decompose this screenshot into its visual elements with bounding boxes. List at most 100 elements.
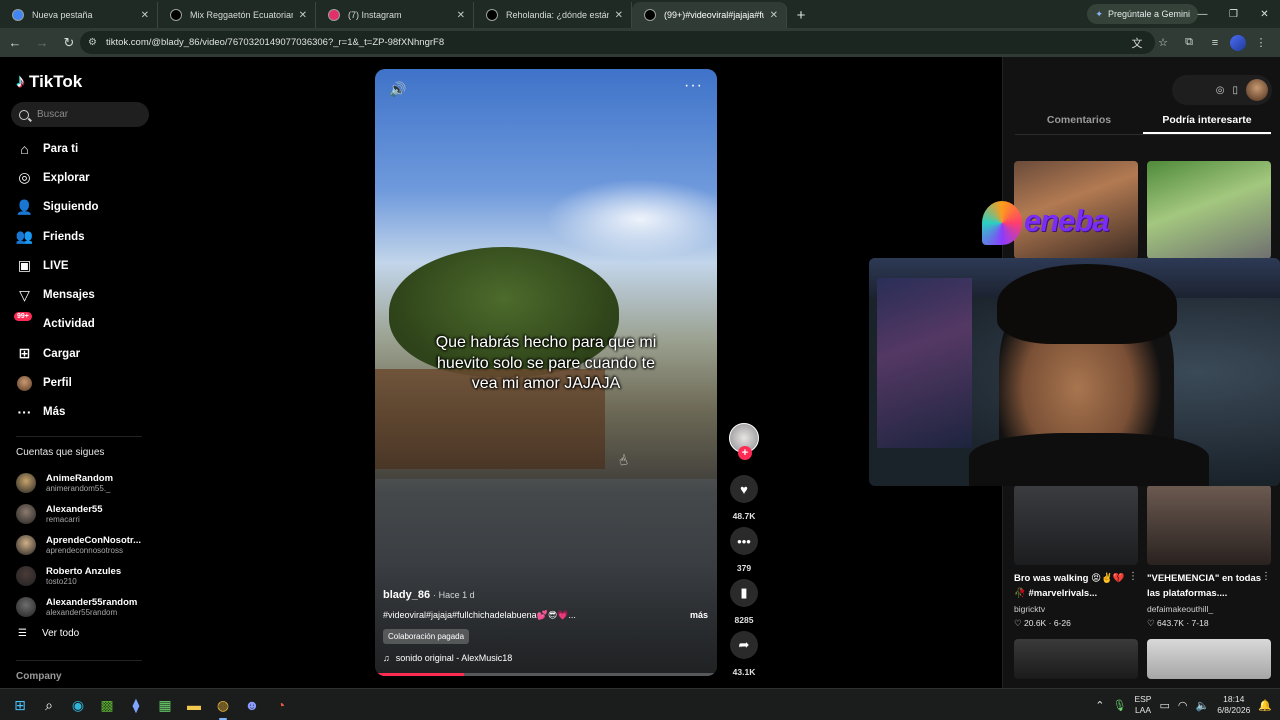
- more-link[interactable]: más: [690, 610, 708, 621]
- browser-tab[interactable]: Mix Reggaetón Ecuatoriano - D ✕: [158, 2, 316, 28]
- like-button[interactable]: ♥: [730, 475, 758, 503]
- chevron-up-icon[interactable]: ⌃: [1095, 699, 1104, 712]
- recommended-thumbnail[interactable]: [1147, 485, 1271, 565]
- card-author[interactable]: defaimakeouthill_: [1147, 604, 1213, 614]
- card-title[interactable]: Bro was walking 😡✌️💔🥀 #marvelrivals...: [1014, 571, 1134, 601]
- save-button[interactable]: ▮: [730, 579, 758, 607]
- sidebar-item-m-s[interactable]: ··· Más: [0, 398, 160, 427]
- sidebar-item-para-ti[interactable]: ⌂ Para ti: [0, 134, 160, 163]
- recommended-thumbnail[interactable]: [1147, 639, 1271, 679]
- account-username: tosto210: [46, 576, 77, 586]
- following-account[interactable]: Roberto Anzules tosto210: [16, 560, 156, 591]
- video-more-icon[interactable]: ···: [684, 77, 703, 95]
- microphone-icon[interactable]: 🎙: [1113, 699, 1127, 712]
- file-explorer-icon[interactable]: ▬: [182, 693, 206, 717]
- tab-comments[interactable]: Comentarios: [1015, 109, 1143, 134]
- xbox-icon[interactable]: ▦: [153, 693, 177, 717]
- sidebar-item-perfil[interactable]: Perfil: [0, 368, 160, 397]
- speaker-icon[interactable]: 🔈: [1196, 699, 1210, 712]
- user-avatar[interactable]: [1246, 79, 1268, 101]
- sidebar-item-mensajes[interactable]: ▽ Mensajes: [0, 280, 160, 309]
- search-input[interactable]: Buscar: [11, 102, 149, 127]
- tiktok-logo[interactable]: ♪ TikTok: [16, 71, 82, 92]
- language-indicator[interactable]: ESP LAA: [1134, 694, 1151, 716]
- recorder-icon[interactable]: ◔: [269, 693, 293, 717]
- list-icon: ☰: [18, 628, 27, 639]
- sidebar-item-cargar[interactable]: ⊞ Cargar: [0, 339, 160, 368]
- card-more-icon[interactable]: ⋮: [1128, 571, 1138, 582]
- browser-tab[interactable]: (99+)#videoviral#jajaja#full ✕: [632, 2, 787, 28]
- reload-icon[interactable]: ↻: [57, 31, 81, 55]
- sidebar-item-explorar[interactable]: ◎ Explorar: [0, 163, 160, 192]
- restore-icon[interactable]: ❐: [1218, 0, 1249, 28]
- browser-tab[interactable]: Reholandia: ¿dónde están las g ✕: [474, 2, 632, 28]
- device-icon[interactable]: ▯: [1232, 85, 1238, 96]
- sidebar-item-label: Siguiendo: [43, 201, 99, 214]
- menu-icon[interactable]: ⋮: [1250, 32, 1272, 54]
- search-icon[interactable]: ⌕: [37, 693, 61, 717]
- discover-icon[interactable]: ◎: [1216, 85, 1225, 96]
- ask-gemini-button[interactable]: ✦ Pregúntale a Gemini: [1087, 4, 1198, 24]
- creator-avatar[interactable]: +: [729, 423, 759, 460]
- tab-close-icon[interactable]: ✕: [770, 10, 778, 21]
- author-name[interactable]: blady_86: [383, 589, 430, 601]
- bookmark-star-icon[interactable]: ☆: [1152, 32, 1174, 54]
- following-account[interactable]: Alexander55random alexander55random: [16, 591, 156, 622]
- video-progress-bar[interactable]: [375, 673, 717, 676]
- following-account[interactable]: AprendeConNosotr... aprendeconnosotross: [16, 529, 156, 560]
- back-icon[interactable]: ←: [3, 31, 27, 55]
- following-account[interactable]: AnimeRandom animerandom55._: [16, 467, 156, 498]
- sound-link[interactable]: ♫ sonido original - AlexMusic18: [383, 653, 708, 663]
- profile-icon[interactable]: [1230, 34, 1246, 51]
- address-bar[interactable]: ⚙ tiktok.com/@blady_86/video/76703201490…: [80, 31, 1155, 54]
- minecraft-icon[interactable]: ▩: [95, 693, 119, 717]
- notifications-icon[interactable]: 🔔: [1258, 699, 1272, 712]
- video-player[interactable]: 🔊 ··· Que habrás hecho para que mi huevi…: [375, 69, 717, 676]
- company-link[interactable]: Company: [16, 671, 62, 682]
- paid-partnership-badge: Colaboración pagada: [383, 629, 470, 644]
- extensions-icon[interactable]: ⧉: [1178, 32, 1200, 54]
- tab-close-icon[interactable]: ✕: [457, 10, 465, 21]
- clock[interactable]: 18:14 6/8/2026: [1217, 694, 1250, 716]
- recommended-thumbnail[interactable]: [1147, 161, 1271, 259]
- recommended-thumbnail[interactable]: [1014, 485, 1138, 565]
- edge-icon[interactable]: ◉: [66, 693, 90, 717]
- tab-close-icon[interactable]: ✕: [299, 10, 307, 21]
- description-text[interactable]: #videoviral#jajaja#fullchichadelabuena💕😎…: [383, 610, 576, 621]
- discord-icon[interactable]: ☻: [240, 693, 264, 717]
- browser-tab[interactable]: Nueva pestaña ✕: [0, 2, 158, 28]
- browser-tab[interactable]: (7) Instagram ✕: [316, 2, 474, 28]
- tab-close-icon[interactable]: ✕: [141, 10, 149, 21]
- video-author[interactable]: blady_86 · Hace 1 d: [383, 589, 708, 601]
- tab-close-icon[interactable]: ✕: [615, 10, 623, 21]
- site-info-icon[interactable]: ⚙: [88, 37, 97, 48]
- new-tab-button[interactable]: +: [787, 2, 815, 28]
- recommended-thumbnail[interactable]: [1014, 639, 1138, 679]
- close-icon[interactable]: ✕: [1249, 0, 1280, 28]
- tab-recommended[interactable]: Podría interesarte: [1143, 109, 1271, 134]
- sidebar-item-siguiendo[interactable]: 👤 Siguiendo: [0, 193, 160, 222]
- toolbar-icons: 文 ☆ ⧉ ≡ ⋮: [1126, 28, 1272, 57]
- chrome-icon[interactable]: ◍: [211, 693, 235, 720]
- card-title[interactable]: "VEHEMENCIA" en todas las plataformas...…: [1147, 571, 1267, 601]
- see-all-link[interactable]: ☰ Ver todo: [18, 628, 79, 639]
- following-account[interactable]: Alexander55 remacarri: [16, 498, 156, 529]
- comment-button[interactable]: •••: [730, 527, 758, 555]
- forward-icon[interactable]: →: [30, 31, 54, 55]
- sidebar-item-live[interactable]: ▣ LIVE: [0, 251, 160, 280]
- share-button[interactable]: ➦: [730, 631, 758, 659]
- minimize-icon[interactable]: —: [1187, 0, 1218, 28]
- card-more-icon[interactable]: ⋮: [1261, 571, 1271, 582]
- network-icon[interactable]: ▭: [1159, 699, 1169, 712]
- sidebar-item-friends[interactable]: 👥 Friends: [0, 222, 160, 251]
- wifi-icon[interactable]: ◠: [1178, 699, 1188, 712]
- card-author[interactable]: bigricktv: [1014, 604, 1045, 614]
- follow-plus-icon[interactable]: +: [738, 446, 752, 460]
- media-icon[interactable]: ≡: [1204, 32, 1226, 54]
- tab-title: Reholandia: ¿dónde están las g: [506, 10, 609, 20]
- launcher-icon[interactable]: ⧫: [124, 693, 148, 717]
- translate-icon[interactable]: 文: [1126, 32, 1148, 54]
- volume-icon[interactable]: 🔊: [389, 81, 406, 98]
- sidebar-item-actividad[interactable]: 99+ Actividad: [0, 310, 160, 339]
- windows-start-icon[interactable]: ⊞: [8, 693, 32, 717]
